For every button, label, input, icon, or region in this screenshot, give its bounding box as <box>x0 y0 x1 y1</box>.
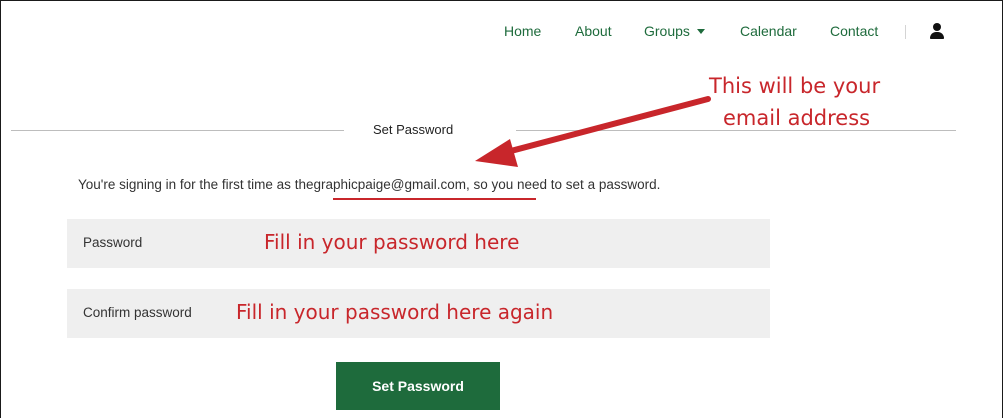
intro-prefix: You're signing in for the first time as <box>78 177 295 192</box>
user-email: thegraphicpaige@gmail.com <box>294 177 466 192</box>
nav-contact-link[interactable]: Contact <box>830 23 878 39</box>
section-title: Set Password <box>369 122 458 137</box>
top-nav: Home About Groups Calendar Contact <box>1 23 1002 45</box>
nav-groups-dropdown[interactable]: Groups <box>644 23 705 39</box>
heading-rule-left <box>11 130 344 131</box>
email-note-line1: This will be your <box>709 74 881 98</box>
page-frame: Home About Groups Calendar Contact Set P… <box>0 0 1003 418</box>
arrow-head-icon <box>475 139 518 167</box>
nav-calendar-link[interactable]: Calendar <box>740 23 797 39</box>
caret-down-icon <box>696 29 705 34</box>
nav-groups-label: Groups <box>644 23 690 39</box>
password-note: Fill in your password here <box>264 230 520 254</box>
intro-text: You're signing in for the first time as … <box>78 177 660 192</box>
email-note-line2: email address <box>723 106 871 130</box>
confirm-password-note: Fill in your password here again <box>236 300 554 324</box>
heading-rule-right <box>516 130 956 131</box>
nav-home-link[interactable]: Home <box>504 23 541 39</box>
nav-divider <box>905 25 906 39</box>
intro-suffix: , so you need to set a password. <box>465 177 661 192</box>
confirm-password-label: Confirm password <box>83 305 192 320</box>
arrow-annotation <box>475 96 711 167</box>
password-label: Password <box>83 235 143 250</box>
user-icon[interactable] <box>929 23 945 40</box>
arrow-shaft <box>504 96 711 155</box>
set-password-button[interactable]: Set Password <box>336 362 500 410</box>
email-underline-annotation <box>333 198 536 200</box>
nav-about-link[interactable]: About <box>575 23 612 39</box>
